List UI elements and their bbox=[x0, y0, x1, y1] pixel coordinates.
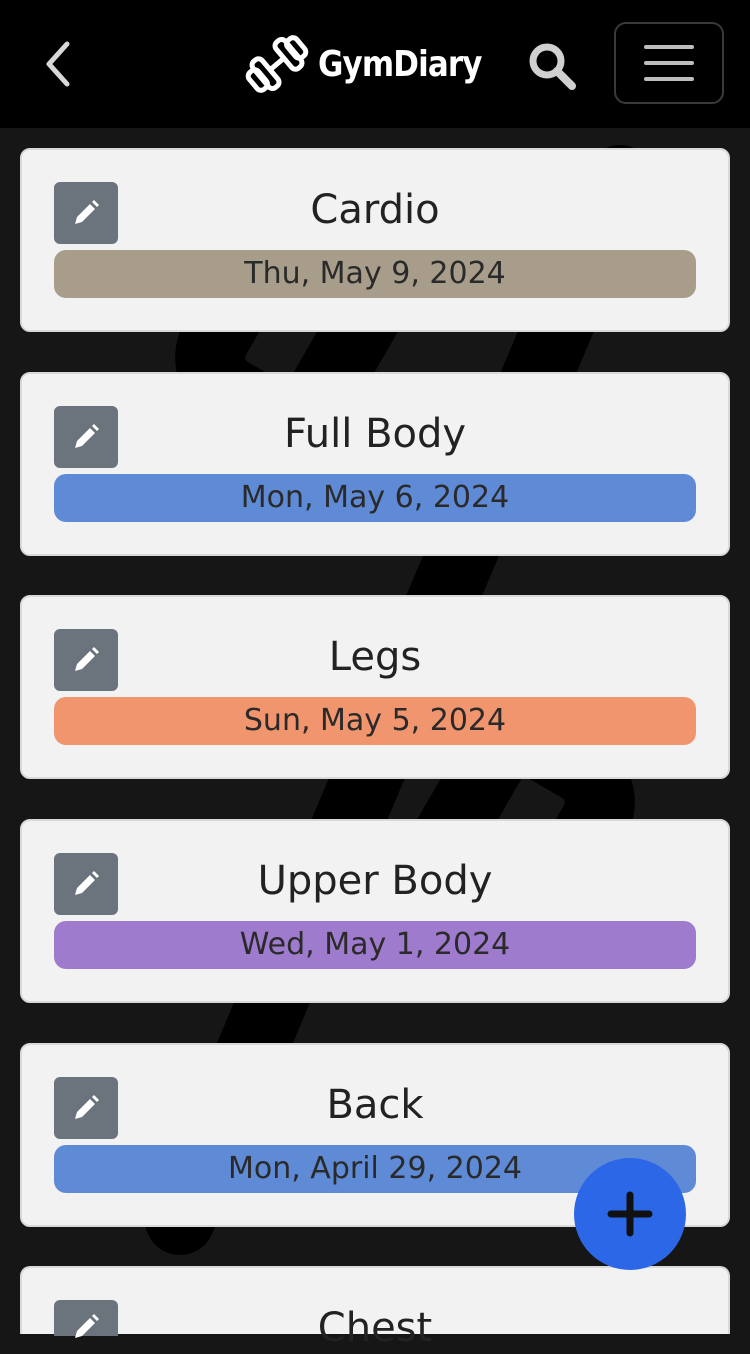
workout-title: Back bbox=[326, 1082, 424, 1128]
workout-title: Upper Body bbox=[257, 858, 493, 904]
workout-date-badge: Sun, May 5, 2024 bbox=[54, 697, 696, 745]
menu-toggle-button[interactable] bbox=[614, 22, 724, 104]
top-navbar: GymDiary bbox=[0, 0, 750, 128]
back-button[interactable] bbox=[30, 34, 86, 94]
workout-date-badge: Mon, May 6, 2024 bbox=[54, 474, 696, 522]
workout-title: Chest bbox=[317, 1305, 433, 1351]
add-workout-button[interactable] bbox=[574, 1158, 686, 1270]
workout-title: Full Body bbox=[283, 411, 467, 457]
brand-name: GymDiary bbox=[318, 43, 482, 85]
search-icon bbox=[529, 43, 576, 90]
plus-icon bbox=[607, 1191, 653, 1237]
workout-card[interactable]: Cardio Thu, May 9, 2024 bbox=[20, 148, 730, 332]
workout-card[interactable]: Legs Sun, May 5, 2024 bbox=[20, 595, 730, 779]
workout-date-badge: Wed, May 1, 2024 bbox=[54, 921, 696, 969]
search-button[interactable] bbox=[522, 36, 582, 96]
dumbbell-icon bbox=[245, 35, 309, 93]
workout-date-badge: Thu, May 9, 2024 bbox=[54, 250, 696, 298]
chevron-left-icon bbox=[46, 41, 70, 87]
hamburger-menu-icon bbox=[644, 45, 694, 81]
workout-card[interactable]: Chest bbox=[20, 1266, 730, 1351]
workout-card[interactable]: Full Body Mon, May 6, 2024 bbox=[20, 372, 730, 556]
workout-title: Cardio bbox=[310, 187, 440, 233]
workout-title: Legs bbox=[328, 634, 422, 680]
workout-card[interactable]: Upper Body Wed, May 1, 2024 bbox=[20, 819, 730, 1003]
brand-logo[interactable]: GymDiary bbox=[244, 26, 508, 102]
